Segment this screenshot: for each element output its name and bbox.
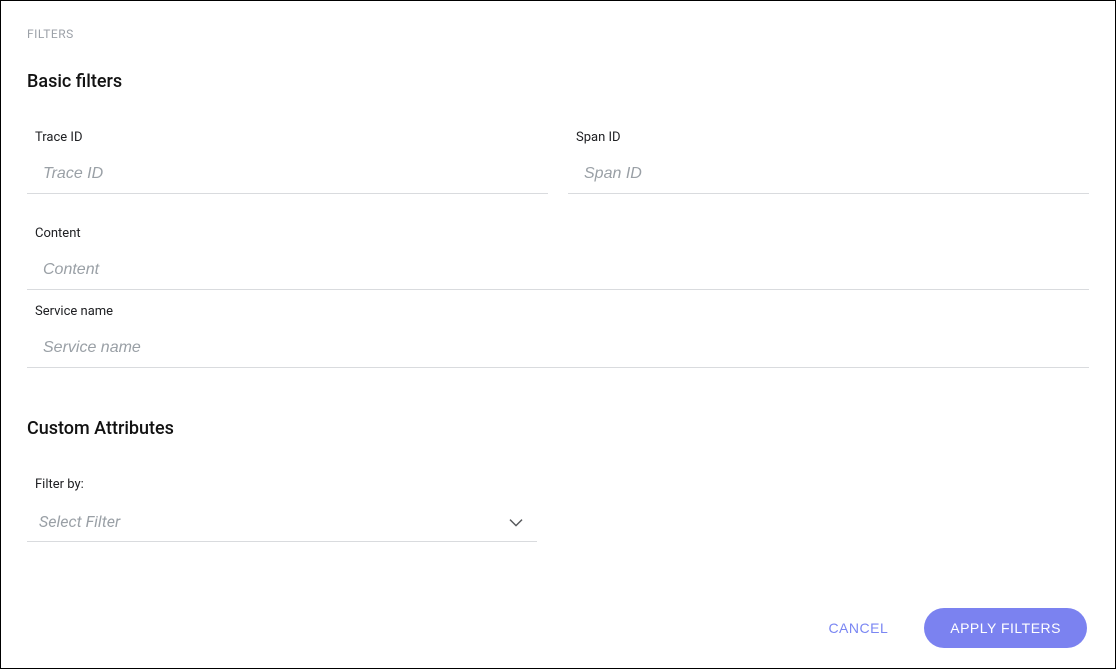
service-name-field: Service name <box>27 304 1089 368</box>
dialog-footer: CANCEL APPLY FILTERS <box>27 598 1089 648</box>
trace-id-input[interactable] <box>27 157 548 194</box>
filter-by-select[interactable]: Select Filter <box>27 504 537 541</box>
content-input[interactable] <box>27 253 1089 290</box>
span-id-field: Span ID <box>568 130 1089 194</box>
filter-by-select-wrap[interactable]: Select Filter <box>27 504 537 542</box>
trace-id-label: Trace ID <box>27 130 548 145</box>
service-name-input[interactable] <box>27 331 1089 368</box>
cancel-button[interactable]: CANCEL <box>824 610 892 646</box>
custom-attributes-heading: Custom Attributes <box>27 418 1089 439</box>
content-label: Content <box>27 226 1089 241</box>
filter-by-field: Filter by: Select Filter <box>27 477 537 542</box>
span-id-label: Span ID <box>568 130 1089 145</box>
row-service-name: Service name <box>27 304 1089 368</box>
row-trace-span: Trace ID Span ID <box>27 130 1089 194</box>
filters-dialog: FILTERS Basic filters Trace ID Span ID C… <box>0 0 1116 669</box>
trace-id-field: Trace ID <box>27 130 548 194</box>
basic-filters-heading: Basic filters <box>27 71 1089 92</box>
service-name-label: Service name <box>27 304 1089 319</box>
span-id-input[interactable] <box>568 157 1089 194</box>
content-field: Content <box>27 226 1089 290</box>
dialog-title: FILTERS <box>27 27 1089 41</box>
apply-filters-button[interactable]: APPLY FILTERS <box>924 608 1087 648</box>
row-content: Content <box>27 226 1089 290</box>
form-body: Basic filters Trace ID Span ID Content S… <box>27 71 1089 598</box>
row-filter-by: Filter by: Select Filter <box>27 477 1089 542</box>
filter-by-label: Filter by: <box>27 477 537 492</box>
